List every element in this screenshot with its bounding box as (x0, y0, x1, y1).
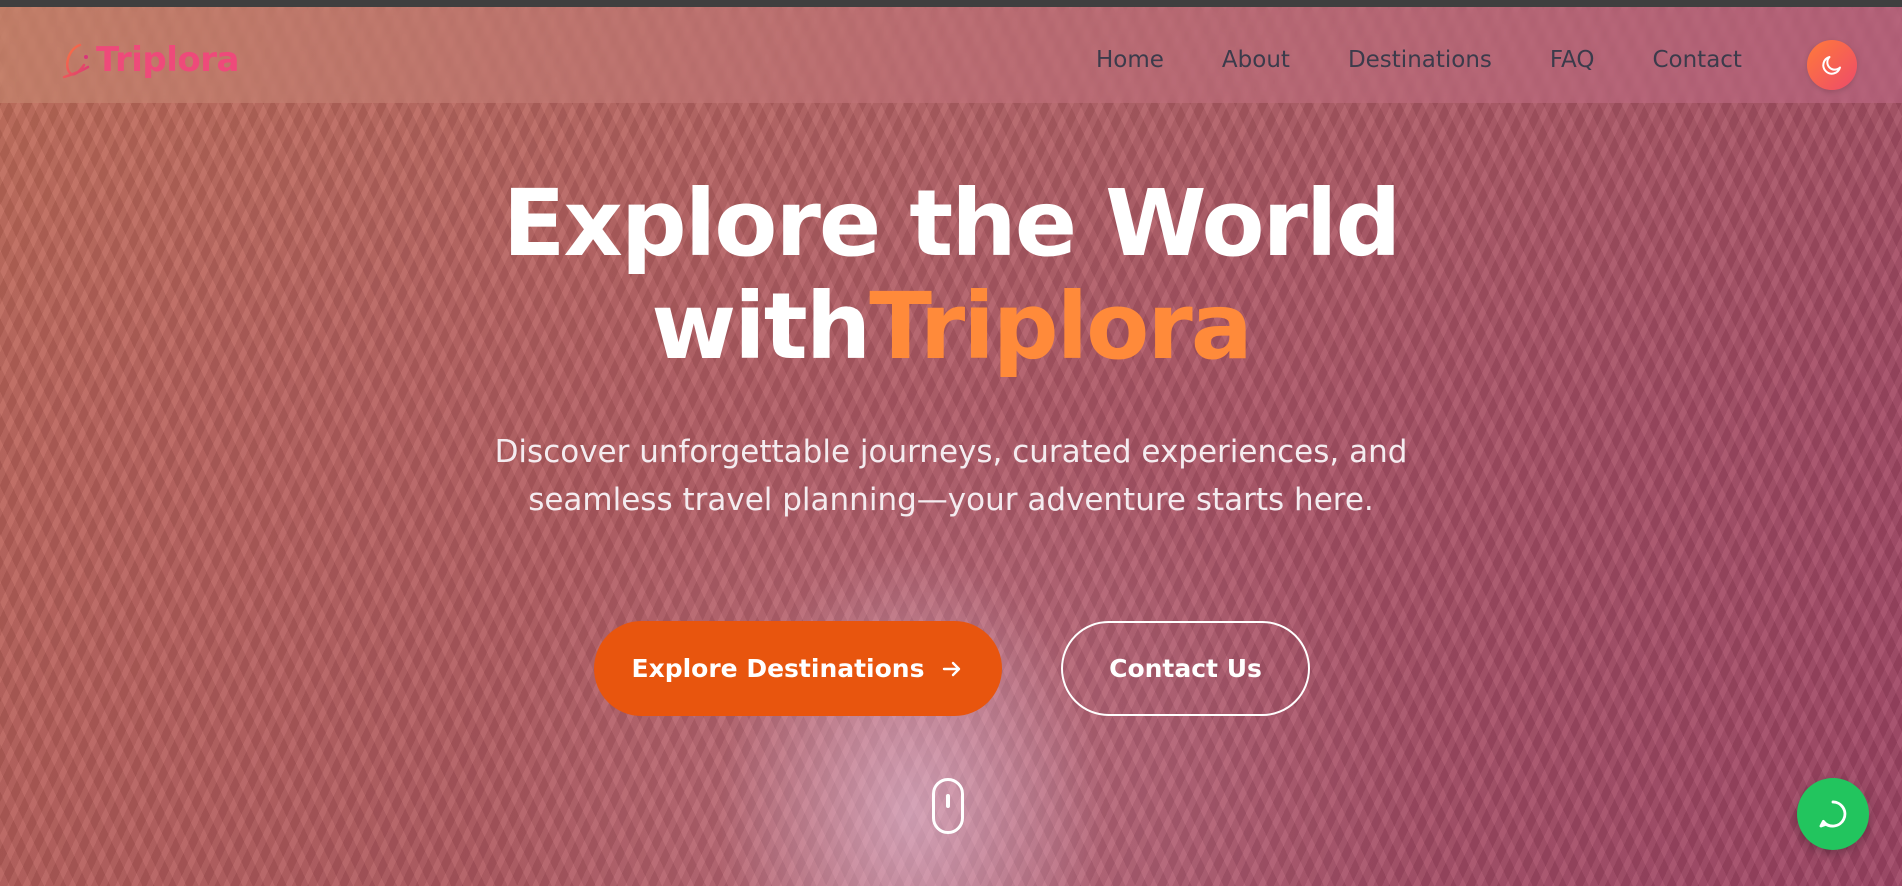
nav-contact[interactable]: Contact (1652, 47, 1741, 73)
explore-destinations-label: Explore Destinations (631, 654, 925, 683)
nav-destinations[interactable]: Destinations (1348, 47, 1492, 73)
arrow-right-icon (940, 657, 964, 681)
navbar: Triplora Home About Destinations FAQ Con… (0, 7, 1902, 103)
nav-about[interactable]: About (1222, 47, 1290, 73)
logo-mark-icon (62, 43, 90, 79)
browser-top-bar (0, 0, 1902, 7)
headline-line1: Explore the World (502, 170, 1402, 277)
headline-accent: Triplora (869, 273, 1253, 380)
main-nav: Home About Destinations FAQ Contact (1096, 47, 1742, 73)
hero-subtext: Discover unforgettable journeys, curated… (494, 434, 1408, 518)
nav-faq[interactable]: FAQ (1550, 47, 1595, 73)
brand-logo[interactable]: Triplora (58, 37, 239, 83)
contact-us-button[interactable]: Contact Us (1061, 621, 1310, 716)
contact-us-label: Contact Us (1109, 654, 1262, 683)
scroll-wheel-dot (946, 794, 950, 808)
chat-button[interactable] (1797, 778, 1869, 850)
nav-home[interactable]: Home (1096, 47, 1164, 73)
brand-name: Triplora (96, 40, 239, 80)
explore-destinations-button[interactable]: Explore Destinations (594, 621, 1002, 716)
chat-bubble-icon (1819, 800, 1847, 828)
hero-headline: Explore the World withTriplora (351, 172, 1551, 378)
headline-with: with (651, 273, 871, 380)
theme-toggle-button[interactable] (1807, 40, 1857, 90)
moon-icon (1822, 56, 1841, 75)
mouse-scroll-icon[interactable] (932, 778, 964, 834)
